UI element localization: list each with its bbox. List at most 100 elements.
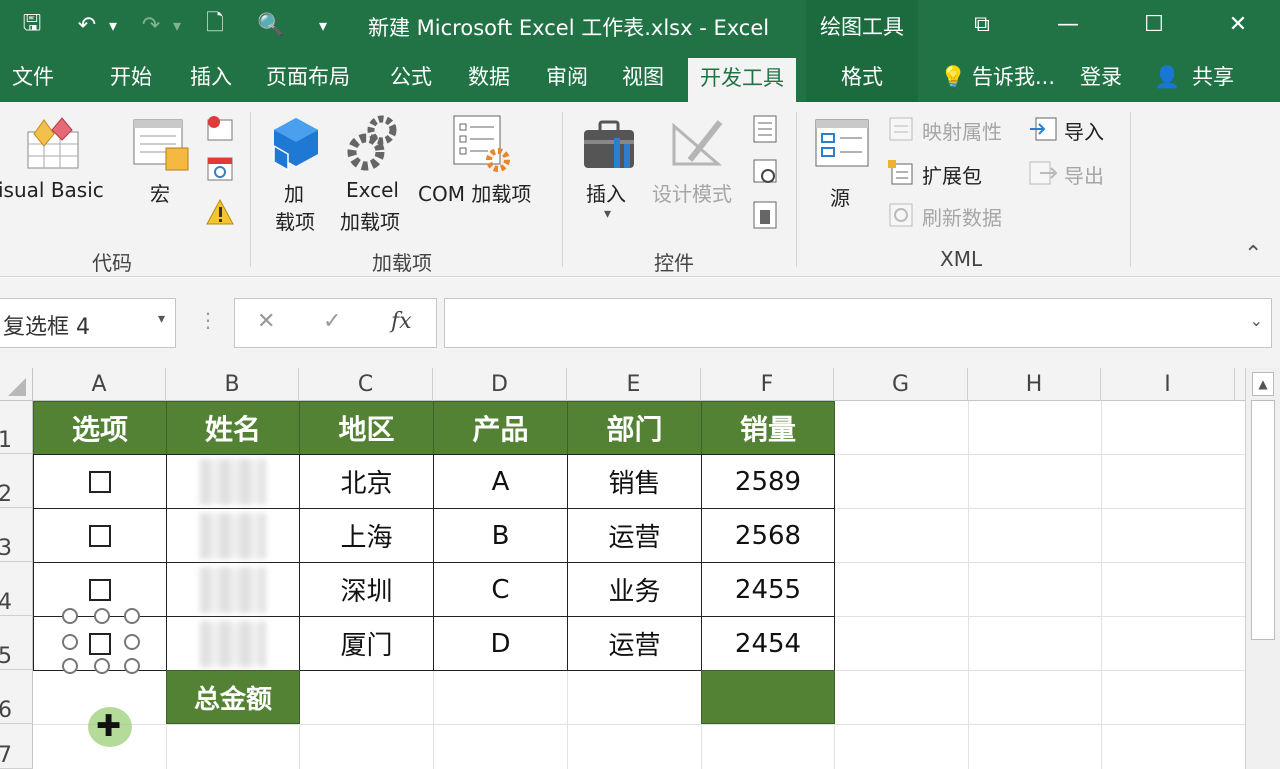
excel-addins-line1[interactable]: Excel (346, 178, 399, 202)
checkbox[interactable] (89, 470, 111, 493)
region-cell[interactable]: 北京 (299, 454, 434, 509)
option-cell[interactable] (33, 508, 167, 563)
column-header-f[interactable]: F (701, 368, 834, 401)
header-cell-option[interactable]: 选项 (33, 401, 167, 455)
import-button[interactable]: 导入 (1064, 116, 1104, 145)
tab-developer[interactable]: 开发工具 (688, 58, 796, 102)
tab-review[interactable]: 审阅 (542, 52, 592, 102)
column-header-g[interactable]: G (834, 368, 968, 401)
sales-cell[interactable]: 2454 (701, 616, 835, 671)
customize-toolbar-icon[interactable]: ▾ (312, 8, 334, 42)
insert-control-icon[interactable] (580, 118, 642, 174)
header-cell-name[interactable]: 姓名 (166, 401, 300, 455)
cancel-icon[interactable]: ✕ (257, 309, 275, 334)
column-header-b[interactable]: B (166, 368, 299, 401)
resize-handle[interactable] (94, 608, 110, 624)
resize-handle[interactable] (62, 608, 78, 624)
vertical-scrollbar[interactable]: ▲ (1245, 368, 1280, 769)
row-header-7[interactable]: 7 (0, 724, 33, 769)
properties-icon[interactable] (752, 114, 780, 144)
maximize-icon[interactable]: ☐ (1134, 8, 1174, 40)
map-properties-button[interactable]: 映射属性 (922, 116, 1002, 145)
checkbox-selected[interactable] (89, 632, 111, 655)
row-header-6[interactable]: 6 (0, 670, 33, 724)
row-header-1[interactable]: 1 (0, 401, 33, 454)
tab-formulas[interactable]: 公式 (386, 52, 436, 102)
resize-handle[interactable] (124, 634, 140, 650)
macro-security-icon[interactable] (206, 198, 236, 226)
expansion-pack-icon[interactable] (888, 160, 914, 186)
run-dialog-icon[interactable] (752, 200, 780, 230)
region-cell[interactable]: 深圳 (299, 562, 434, 617)
ribbon-display-options-icon[interactable]: ⧉ (962, 8, 1002, 40)
tab-page-layout[interactable]: 页面布局 (262, 52, 354, 102)
resize-handle[interactable] (124, 658, 140, 674)
dept-cell[interactable]: 业务 (567, 562, 702, 617)
resize-handle[interactable] (62, 658, 78, 674)
tell-me-search[interactable]: 告诉我... (968, 52, 1059, 102)
macro-button[interactable]: 宏 (150, 178, 170, 207)
scroll-up-icon[interactable]: ▲ (1252, 372, 1274, 396)
tell-me-icon[interactable]: 💡 (936, 52, 970, 102)
tab-insert[interactable]: 插入 (186, 52, 236, 102)
tab-view[interactable]: 视图 (618, 52, 668, 102)
name-cell-redacted[interactable] (166, 454, 300, 509)
sales-cell[interactable]: 2568 (701, 508, 835, 563)
redo-dropdown-icon[interactable]: ▾ (168, 8, 186, 42)
option-cell[interactable] (33, 454, 167, 509)
import-icon[interactable] (1028, 116, 1058, 142)
excel-addins-line2[interactable]: 加载项 (340, 206, 400, 235)
column-header-c[interactable]: C (299, 368, 433, 401)
enter-icon[interactable]: ✓ (323, 309, 341, 334)
xml-source-icon[interactable] (814, 116, 872, 172)
new-file-icon[interactable]: 🗋 (200, 8, 230, 42)
product-cell[interactable]: D (433, 616, 568, 671)
checkbox[interactable] (89, 524, 111, 547)
header-cell-sales[interactable]: 销量 (701, 401, 835, 455)
header-cell-dept[interactable]: 部门 (567, 401, 702, 455)
name-cell-redacted[interactable] (166, 508, 300, 563)
excel-addins-icon[interactable] (346, 114, 402, 174)
relative-reference-icon[interactable] (206, 156, 236, 184)
macro-icon[interactable] (132, 116, 192, 174)
header-cell-region[interactable]: 地区 (299, 401, 434, 455)
com-addins-button[interactable]: COM 加载项 (418, 178, 531, 207)
addins-button-line1[interactable]: 加 (284, 178, 304, 207)
formula-input[interactable]: ⌄ (444, 298, 1272, 348)
minimize-icon[interactable]: — (1048, 8, 1088, 40)
scroll-thumb[interactable] (1251, 400, 1275, 640)
save-icon[interactable]: 🖫 (14, 8, 50, 42)
resize-handle[interactable] (124, 608, 140, 624)
dept-cell[interactable]: 运营 (567, 508, 702, 563)
product-cell[interactable]: A (433, 454, 568, 509)
sales-cell[interactable]: 2455 (701, 562, 835, 617)
region-cell[interactable]: 上海 (299, 508, 434, 563)
redo-icon[interactable]: ↷ (136, 8, 166, 42)
name-cell-redacted[interactable] (166, 616, 300, 671)
print-preview-icon[interactable]: 🔍 (254, 8, 288, 42)
refresh-data-button[interactable]: 刷新数据 (922, 202, 1002, 231)
row-header-3[interactable]: 3 (0, 508, 33, 562)
tab-file[interactable]: 文件 (8, 52, 58, 102)
share-button[interactable]: 共享 (1188, 52, 1238, 102)
visual-basic-button[interactable]: isual Basic (0, 178, 104, 202)
resize-handle[interactable] (94, 658, 110, 674)
total-value-cell[interactable] (701, 670, 835, 724)
resize-handle[interactable] (62, 634, 78, 650)
share-icon[interactable]: 👤 (1150, 52, 1184, 102)
xml-source-button[interactable]: 源 (830, 182, 850, 211)
com-addins-icon[interactable] (452, 114, 514, 176)
view-code-icon[interactable] (752, 158, 780, 188)
region-cell[interactable]: 厦门 (299, 616, 434, 671)
sales-cell[interactable]: 2589 (701, 454, 835, 509)
row-header-4[interactable]: 4 (0, 562, 33, 616)
name-box-dropdown-icon[interactable]: ▾ (158, 311, 165, 327)
addins-button-line2[interactable]: 载项 (275, 206, 315, 235)
insert-control-button[interactable]: 插入 (586, 178, 626, 207)
name-cell-redacted[interactable] (166, 562, 300, 617)
select-all-corner[interactable] (0, 368, 33, 401)
tab-format[interactable]: 格式 (806, 52, 918, 102)
column-header-e[interactable]: E (567, 368, 701, 401)
collapse-ribbon-icon[interactable]: ⌃ (1244, 242, 1262, 267)
name-box[interactable]: 复选框 4 ▾ (0, 298, 176, 348)
